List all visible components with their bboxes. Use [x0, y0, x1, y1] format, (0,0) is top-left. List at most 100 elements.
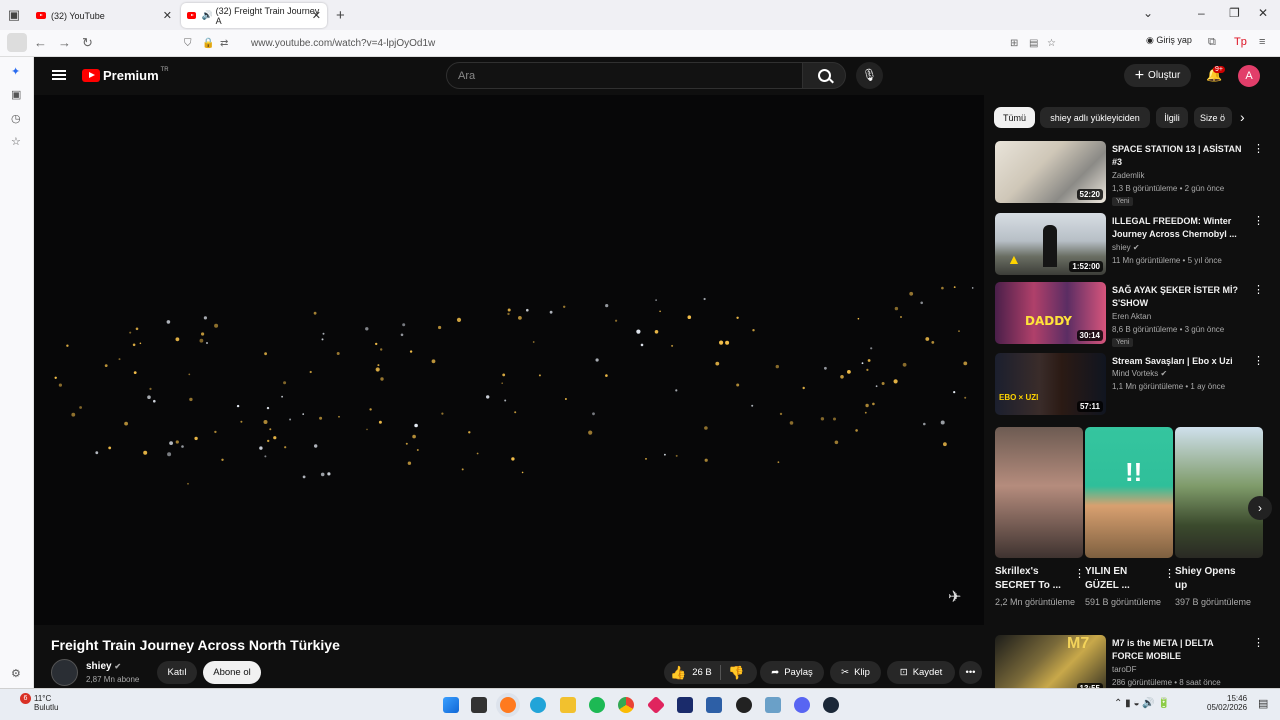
- voice-search-icon[interactable]: 🎙: [856, 62, 883, 89]
- short-thumbnail[interactable]: !!: [1085, 427, 1173, 558]
- ai-sparkle-icon[interactable]: ✦: [11, 65, 20, 78]
- more-actions-icon[interactable]: •••: [959, 661, 982, 684]
- more-options-icon[interactable]: ⋮: [1253, 638, 1264, 649]
- recommended-video[interactable]: 52:20 SPACE STATION 13 | ASİSTAN #3 Zade…: [995, 141, 1265, 206]
- short-title[interactable]: Skrillex's SECRET To ...: [995, 565, 1065, 593]
- video-player[interactable]: ✈: [34, 95, 984, 625]
- subscribe-button[interactable]: Abone ol: [203, 661, 261, 684]
- permissions-icon[interactable]: ⇄: [220, 38, 228, 49]
- more-options-icon[interactable]: ⋮: [1253, 356, 1264, 367]
- translator-extension-icon[interactable]: Tp: [1234, 36, 1247, 48]
- save-button[interactable]: ⊡ Kaydet: [887, 661, 955, 684]
- clock[interactable]: 15:46 05/02/2026: [1207, 694, 1247, 712]
- tab-overflow-icon[interactable]: ⌄: [1143, 6, 1153, 20]
- channel-name[interactable]: shiey ✔: [86, 661, 121, 672]
- signin-button[interactable]: ◉ Giriş yap: [1146, 35, 1192, 46]
- edge-icon[interactable]: [530, 697, 546, 713]
- video-channel[interactable]: Eren Aktan: [1112, 312, 1151, 321]
- recommended-video[interactable]: DADDY 30:14 SAĞ AYAK ŞEKER İSTER Mİ? S'S…: [995, 282, 1265, 347]
- chrome-icon[interactable]: [618, 697, 634, 713]
- task-view-icon[interactable]: [471, 697, 487, 713]
- notification-center-icon[interactable]: ▤: [1258, 697, 1268, 710]
- translate-icon[interactable]: ⊞: [1010, 38, 1018, 49]
- close-tab-icon[interactable]: ✕: [312, 9, 321, 22]
- search-input[interactable]: Ara: [446, 62, 804, 89]
- url-bar[interactable]: ⛉ 🔒 ⇄ www.youtube.com/watch?v=4-lpjOyOd1…: [176, 33, 1066, 54]
- video-title[interactable]: SAĞ AYAK ŞEKER İSTER Mİ? S'SHOW: [1112, 284, 1246, 310]
- short-item[interactable]: !! YILIN EN GÜZEL ... 591 B görüntüleme …: [1085, 427, 1175, 609]
- video-thumbnail[interactable]: EBO × UZI 57:11: [995, 353, 1106, 415]
- chip-related[interactable]: İlgili: [1156, 107, 1188, 128]
- app-icon[interactable]: [736, 697, 752, 713]
- windows-start-icon[interactable]: [443, 697, 459, 713]
- bookmark-star-icon[interactable]: ☆: [1047, 38, 1056, 49]
- discord-icon[interactable]: [794, 697, 810, 713]
- recommended-video[interactable]: ▲ 1:52:00 ILLEGAL FREEDOM: Winter Journe…: [995, 213, 1265, 277]
- like-icon[interactable]: 👍: [670, 665, 686, 681]
- url-text[interactable]: www.youtube.com/watch?v=4-lpjOyOd1w: [251, 38, 435, 49]
- tab-youtube-home[interactable]: (32) YouTube ✕: [30, 3, 178, 28]
- video-thumbnail[interactable]: ▲ 1:52:00: [995, 213, 1106, 275]
- video-channel[interactable]: Zademlik: [1112, 171, 1144, 180]
- firefox-icon[interactable]: [500, 697, 516, 713]
- dislike-icon[interactable]: 👎: [728, 665, 744, 681]
- create-button[interactable]: + Oluştur: [1124, 64, 1191, 87]
- shorts-next-icon[interactable]: ›: [1248, 496, 1272, 520]
- reader-view-icon[interactable]: ▤: [1029, 38, 1038, 49]
- youtube-premium-logo[interactable]: Premium TR: [82, 67, 169, 83]
- like-count[interactable]: 26 B: [692, 667, 712, 678]
- maximize-icon[interactable]: ❐: [1229, 6, 1240, 20]
- more-options-icon[interactable]: ⋮: [1253, 285, 1264, 296]
- tab-list-icon[interactable]: ▣: [0, 0, 28, 30]
- chips-next-icon[interactable]: ›: [1240, 109, 1245, 125]
- recommended-video[interactable]: EBO × UZI 57:11 Stream Savaşları | Ebo x…: [995, 353, 1265, 417]
- extensions-icon[interactable]: ⧉: [1208, 36, 1216, 49]
- short-item[interactable]: Shiey Opens up 397 B görüntüleme: [1175, 427, 1263, 609]
- minimize-icon[interactable]: –: [1198, 6, 1205, 20]
- account-avatar[interactable]: A: [1238, 65, 1260, 87]
- file-explorer-icon[interactable]: [560, 697, 576, 713]
- video-title[interactable]: M7 is the META | DELTA FORCE MOBILE: [1112, 637, 1246, 663]
- video-thumbnail[interactable]: 52:20: [995, 141, 1106, 203]
- short-title[interactable]: YILIN EN GÜZEL ...: [1085, 565, 1155, 593]
- video-channel[interactable]: Mind Vorteks ✔: [1112, 369, 1167, 378]
- synced-tabs-icon[interactable]: ▣: [11, 88, 21, 101]
- video-title[interactable]: SPACE STATION 13 | ASİSTAN #3: [1112, 143, 1246, 169]
- sidebar-toggle-icon[interactable]: [7, 33, 27, 52]
- clip-button[interactable]: ✂ Klip: [830, 661, 881, 684]
- settings-icon[interactable]: ⚙: [11, 667, 21, 680]
- app-icon[interactable]: [765, 697, 781, 713]
- chip-from-uploader[interactable]: shiey adlı yükleyiciden: [1040, 107, 1150, 128]
- app-icon[interactable]: [646, 695, 666, 715]
- more-options-icon[interactable]: ⋮: [1074, 567, 1085, 580]
- shield-icon[interactable]: ⛉: [184, 38, 192, 49]
- short-title[interactable]: Shiey Opens up: [1175, 565, 1245, 593]
- video-channel[interactable]: taroDF: [1112, 665, 1136, 674]
- new-tab-icon[interactable]: +: [336, 7, 345, 24]
- short-thumbnail[interactable]: [995, 427, 1083, 558]
- video-channel[interactable]: shiey ✔: [1112, 243, 1140, 252]
- steam-icon[interactable]: [823, 697, 839, 713]
- short-item[interactable]: Skrillex's SECRET To ... 2,2 Mn görüntül…: [995, 427, 1085, 609]
- guide-menu-icon[interactable]: [52, 70, 66, 80]
- app-icon[interactable]: [677, 697, 693, 713]
- spotify-icon[interactable]: [589, 697, 605, 713]
- close-window-icon[interactable]: ✕: [1258, 6, 1268, 20]
- video-title[interactable]: Stream Savaşları | Ebo x Uzi: [1112, 355, 1246, 368]
- more-options-icon[interactable]: ⋮: [1164, 567, 1175, 580]
- channel-watermark-icon[interactable]: ✈: [948, 587, 961, 607]
- close-tab-icon[interactable]: ✕: [163, 9, 172, 22]
- weather-widget[interactable]: 11°C Bulutlu: [34, 694, 58, 712]
- video-thumbnail[interactable]: DADDY 30:14: [995, 282, 1106, 344]
- bookmarks-icon[interactable]: ☆: [11, 135, 21, 148]
- tray-icons[interactable]: ⌃ ▮ ◒ 🔊 🔋: [1114, 698, 1170, 709]
- audio-playing-icon[interactable]: 🔊: [201, 10, 212, 21]
- lock-icon[interactable]: 🔒: [202, 38, 214, 49]
- chip-all[interactable]: Tümü: [994, 107, 1035, 128]
- short-thumbnail[interactable]: [1175, 427, 1263, 558]
- share-button[interactable]: ➦ Paylaş: [760, 661, 824, 684]
- more-options-icon[interactable]: ⋮: [1253, 144, 1264, 155]
- back-icon[interactable]: ←: [34, 35, 47, 50]
- menu-icon[interactable]: ≡: [1259, 36, 1265, 48]
- reload-icon[interactable]: ↻: [82, 35, 93, 51]
